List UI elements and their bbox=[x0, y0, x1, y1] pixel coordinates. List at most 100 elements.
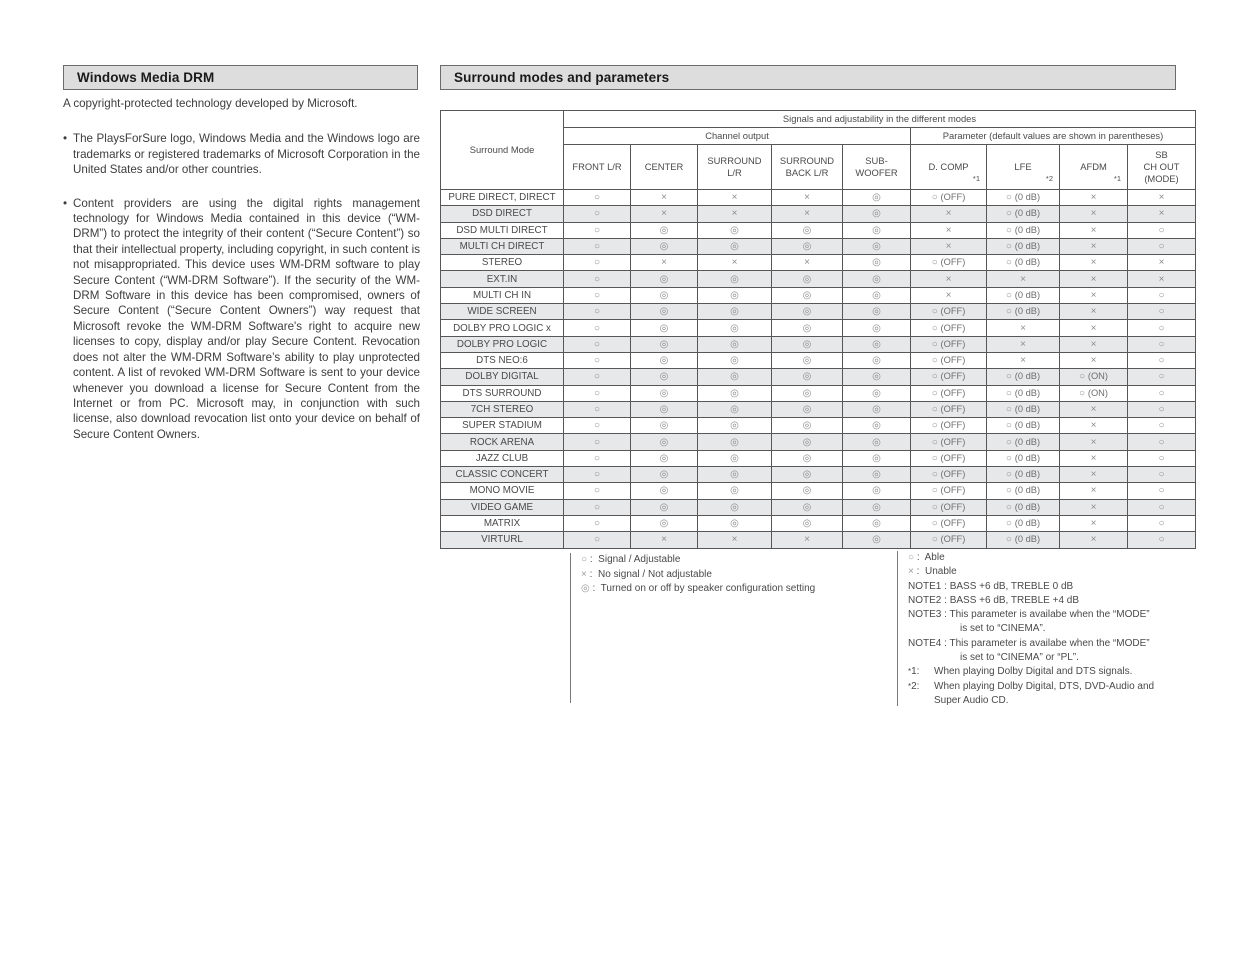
cell-surr: × bbox=[697, 531, 772, 549]
section-heading-label: Windows Media DRM bbox=[77, 70, 215, 85]
legend-note-text: BASS +6 dB, TREBLE 0 dB bbox=[949, 580, 1074, 592]
legend-note-key: NOTE3 : bbox=[908, 609, 947, 621]
legend-item: ○ : Signal / Adjustable bbox=[581, 554, 681, 565]
cell-afdm: × bbox=[1059, 482, 1128, 500]
cell-afdm: × bbox=[1059, 351, 1128, 370]
column-header-sub-woofer: SUB- WOOFER bbox=[842, 144, 911, 190]
legend-item: ○ : Able bbox=[908, 552, 945, 563]
cell-surrb: × bbox=[771, 531, 843, 549]
column-header-label: SB CH OUT (MODE) bbox=[1143, 149, 1180, 184]
cell-dcomp: × bbox=[910, 286, 987, 305]
cell-dcomp: ○ (OFF) bbox=[910, 319, 987, 337]
legend-item-text: No signal / Not adjustable bbox=[597, 568, 712, 580]
legend-symbol-icon: × bbox=[908, 566, 914, 578]
cell-sub: ◎ bbox=[842, 368, 911, 386]
cell-lfe: ○ (0 dB) bbox=[986, 531, 1060, 549]
table-row: CLASSIC CONCERT ○ ◎ ◎ ◎ ◎ ○ (OFF) ○ (0 dB) × ○ bbox=[440, 466, 1196, 484]
cell-dcomp: ○ (OFF) bbox=[910, 303, 987, 321]
cell-front: ○ bbox=[563, 466, 631, 484]
cell-dcomp: × bbox=[910, 270, 987, 288]
cell-front: ○ bbox=[563, 351, 631, 370]
legend-note: NOTE3 : This parameter is availabe when … bbox=[908, 608, 1197, 637]
column-header-label: SUB- WOOFER bbox=[855, 155, 898, 178]
cell-sub: ◎ bbox=[842, 531, 911, 549]
table-row: DTS SURROUND ○ ◎ ◎ ◎ ◎ ○ (OFF) ○ (0 dB) ○ (ON) ○ bbox=[440, 384, 1196, 402]
bullet-marker-icon: • bbox=[63, 132, 68, 146]
cell-lfe: ○ (0 dB) bbox=[986, 188, 1060, 207]
cell-surround-mode: MULTI CH IN bbox=[440, 286, 564, 305]
cell-surr: ◎ bbox=[697, 433, 772, 451]
table-row: DOLBY DIGITAL ○ ◎ ◎ ◎ ◎ ○ (OFF) ○ (0 dB) ○ (ON) ○ bbox=[440, 368, 1196, 386]
legend-note: NOTE1 : BASS +6 dB, TREBLE 0 dB bbox=[908, 580, 1197, 594]
cell-sbch: × bbox=[1127, 205, 1196, 223]
cell-surrb: ◎ bbox=[771, 270, 843, 288]
cell-center: ◎ bbox=[630, 400, 698, 419]
cell-center: ◎ bbox=[630, 237, 698, 256]
cell-surr: ◎ bbox=[697, 319, 772, 337]
column-header-lfe: LFE *2 bbox=[986, 144, 1060, 190]
legend-footnote-marker: *1: bbox=[908, 666, 920, 678]
cell-front: ○ bbox=[563, 205, 631, 223]
cell-surr: ◎ bbox=[697, 449, 772, 468]
cell-afdm: × bbox=[1059, 254, 1128, 272]
cell-dcomp: ○ (OFF) bbox=[910, 498, 987, 516]
cell-sub: ◎ bbox=[842, 514, 911, 533]
cell-sub: ◎ bbox=[842, 254, 911, 272]
cell-surround-mode: EXT.IN bbox=[440, 270, 564, 288]
cell-surrb: × bbox=[771, 205, 843, 223]
cell-afdm: × bbox=[1059, 319, 1128, 337]
cell-front: ○ bbox=[563, 237, 631, 256]
cell-afdm: × bbox=[1059, 531, 1128, 549]
legend-note-key: NOTE4 : bbox=[908, 637, 947, 649]
cell-front: ○ bbox=[563, 482, 631, 500]
legend-note-text: This parameter is availabe when the “MOD… bbox=[949, 637, 1150, 649]
cell-center: ◎ bbox=[630, 514, 698, 533]
cell-sub: ◎ bbox=[842, 384, 911, 402]
cell-sub: ◎ bbox=[842, 417, 911, 435]
cell-surr: ◎ bbox=[697, 221, 772, 239]
drm-bullet-1-text: The PlaysForSure logo, Windows Media and… bbox=[73, 132, 420, 177]
cell-lfe: ○ (0 dB) bbox=[986, 449, 1060, 468]
table-row: DOLBY PRO LOGIC ○ ◎ ◎ ◎ ◎ ○ (OFF) × × ○ bbox=[440, 335, 1196, 353]
cell-surrb: ◎ bbox=[771, 335, 843, 353]
cell-surround-mode: WIDE SCREEN bbox=[440, 303, 564, 321]
cell-sub: ◎ bbox=[842, 335, 911, 353]
cell-lfe: × bbox=[986, 270, 1060, 288]
cell-front: ○ bbox=[563, 188, 631, 207]
cell-sbch: ○ bbox=[1127, 417, 1196, 435]
cell-surr: ◎ bbox=[697, 303, 772, 321]
column-header-sb-ch-out-mode: SB CH OUT (MODE) bbox=[1127, 144, 1196, 190]
cell-front: ○ bbox=[563, 400, 631, 419]
cell-lfe: ○ (0 dB) bbox=[986, 482, 1060, 500]
table-row: 7CH STEREO ○ ◎ ◎ ◎ ◎ ○ (OFF) ○ (0 dB) × ○ bbox=[440, 400, 1196, 419]
cell-surr: ◎ bbox=[697, 466, 772, 484]
cell-surr: ◎ bbox=[697, 335, 772, 353]
column-header-label: CENTER bbox=[644, 161, 684, 172]
cell-dcomp: ○ (OFF) bbox=[910, 254, 987, 272]
column-header-label: SURROUND L/R bbox=[707, 155, 762, 178]
cell-center: × bbox=[630, 254, 698, 272]
legend-item: ◎ : Turned on or off by speaker configur… bbox=[581, 583, 816, 595]
cell-lfe: ○ (0 dB) bbox=[986, 433, 1060, 451]
cell-sub: ◎ bbox=[842, 449, 911, 468]
cell-front: ○ bbox=[563, 368, 631, 386]
cell-surr: × bbox=[697, 254, 772, 272]
drm-bullet-1: • The PlaysForSure logo, Windows Media a… bbox=[63, 131, 420, 177]
column-header-footnote-marker: *1 bbox=[1113, 174, 1121, 183]
cell-dcomp: ○ (OFF) bbox=[910, 384, 987, 402]
cell-front: ○ bbox=[563, 433, 631, 451]
cell-sub: ◎ bbox=[842, 482, 911, 500]
cell-center: ◎ bbox=[630, 303, 698, 321]
cell-afdm: × bbox=[1059, 466, 1128, 484]
cell-afdm: × bbox=[1059, 237, 1128, 256]
cell-sbch: ○ bbox=[1127, 221, 1196, 239]
column-header-center: CENTER bbox=[630, 144, 698, 190]
cell-front: ○ bbox=[563, 335, 631, 353]
cell-afdm: × bbox=[1059, 498, 1128, 516]
cell-sbch: ○ bbox=[1127, 531, 1196, 549]
cell-surrb: ◎ bbox=[771, 303, 843, 321]
cell-dcomp: ○ (OFF) bbox=[910, 449, 987, 468]
legend-item: × : Unable bbox=[908, 566, 957, 578]
cell-sub: ◎ bbox=[842, 466, 911, 484]
cell-dcomp: ○ (OFF) bbox=[910, 351, 987, 370]
